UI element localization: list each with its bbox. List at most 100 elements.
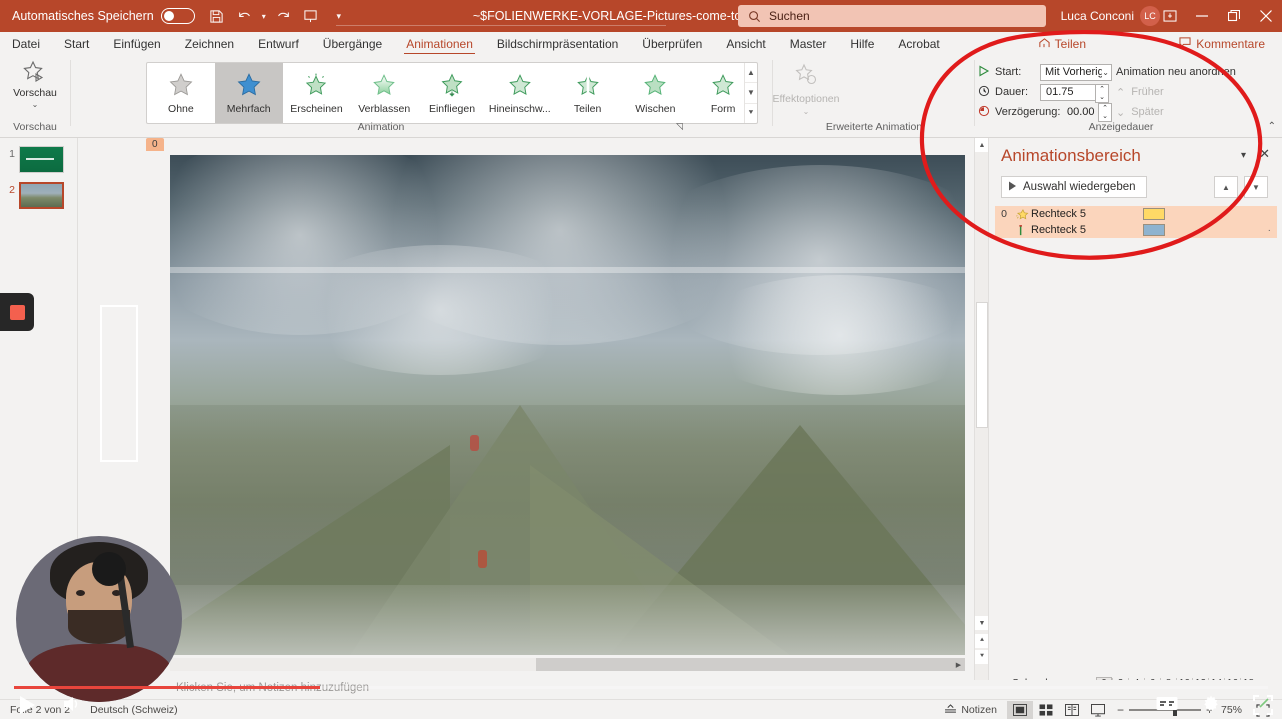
- zoom-level[interactable]: 75%: [1219, 704, 1250, 716]
- animation-teilen[interactable]: Teilen: [554, 63, 622, 123]
- delay-input[interactable]: 00.00 ⌃ ⌄: [1062, 102, 1112, 122]
- undo-dropdown-icon[interactable]: ▾: [259, 2, 269, 30]
- notes-toggle-button[interactable]: Notizen: [934, 703, 1007, 717]
- scroll-down-icon[interactable]: ▼: [975, 616, 989, 630]
- animation-pane-close-icon[interactable]: ✕: [1259, 146, 1270, 162]
- duration-step-up-icon[interactable]: ⌃: [1096, 85, 1108, 94]
- video-progress-fill[interactable]: [14, 686, 320, 689]
- save-icon[interactable]: [203, 2, 231, 30]
- move-animation-up-button[interactable]: ▲: [1214, 176, 1238, 198]
- collapse-ribbon-button[interactable]: ⌃: [1268, 121, 1276, 132]
- preview-button[interactable]: Vorschau ⌄: [6, 60, 64, 109]
- slide-canvas-area[interactable]: 0 ▶: [78, 138, 976, 680]
- video-captions-button[interactable]: [1156, 696, 1178, 717]
- tab-entwurf[interactable]: Entwurf: [246, 32, 311, 56]
- gallery-scroll-up-icon[interactable]: ▲: [745, 63, 757, 84]
- slideshow-icon[interactable]: [1085, 701, 1111, 719]
- maximize-restore-button[interactable]: [1218, 0, 1250, 32]
- search-input[interactable]: Suchen: [738, 5, 1046, 27]
- slide-horizontal-scrollbar[interactable]: ▶: [170, 658, 965, 671]
- slide-sorter-icon[interactable]: [1033, 701, 1059, 719]
- scroll-right-icon[interactable]: ▶: [952, 658, 965, 671]
- animation-einfliegen[interactable]: Einfliegen: [418, 63, 486, 123]
- animation-hineinschweben[interactable]: Hineinschw...: [486, 63, 554, 123]
- thumbnail-image[interactable]: [19, 146, 64, 173]
- thumbnail-slide-2[interactable]: 2: [4, 182, 64, 209]
- animation-dialog-launcher[interactable]: ◹: [676, 121, 683, 132]
- autosave-toggle[interactable]: [160, 8, 195, 24]
- user-name[interactable]: Luca Conconi: [1061, 9, 1134, 23]
- animation-verblassen[interactable]: Verblassen: [350, 63, 418, 123]
- video-volume-button[interactable]: [62, 695, 82, 713]
- delay-stepper[interactable]: ⌃ ⌄: [1098, 102, 1112, 122]
- tab-zeichnen[interactable]: Zeichnen: [173, 32, 246, 56]
- scroll-up-icon[interactable]: ▲: [975, 138, 989, 152]
- animation-timing-bar[interactable]: [1143, 224, 1165, 236]
- stop-recording-button[interactable]: [0, 293, 34, 331]
- ribbon-display-options-icon[interactable]: [1154, 0, 1186, 32]
- video-play-button[interactable]: [16, 694, 38, 716]
- tab-hilfe[interactable]: Hilfe: [838, 32, 886, 56]
- animation-erscheinen[interactable]: Erscheinen: [283, 63, 351, 123]
- video-settings-button[interactable]: [1202, 695, 1220, 718]
- previous-slide-icon[interactable]: ⯅: [975, 634, 989, 648]
- status-bar: Folie 2 von 2 Deutsch (Schweiz) Notizen: [0, 699, 1282, 719]
- animation-timing-bar[interactable]: [1143, 208, 1165, 220]
- tab-animationen[interactable]: Animationen: [394, 32, 485, 56]
- animation-list-item[interactable]: 0 Rechteck 5: [995, 206, 1277, 222]
- gallery-scroll-down-icon[interactable]: ▼: [745, 83, 757, 104]
- play-selection-button[interactable]: Auswahl wiedergeben: [1001, 176, 1147, 198]
- minimize-button[interactable]: [1186, 0, 1218, 32]
- tab-ueberpruefen[interactable]: Überprüfen: [630, 32, 714, 56]
- slide-placeholder-box[interactable]: [100, 305, 138, 462]
- group-label-erweiterte-animation: Erweiterte Animation: [825, 121, 923, 133]
- video-fullscreen-button[interactable]: [1252, 694, 1274, 719]
- animation-form-label: Form: [710, 102, 736, 115]
- animation-mehrfach[interactable]: Mehrfach: [214, 63, 283, 123]
- notes-pane[interactable]: Klicken Sie, um Notizen hinzuzufügen: [0, 680, 1282, 699]
- scrollbar-thumb[interactable]: [170, 658, 536, 671]
- thumbnail-slide-1[interactable]: 1: [4, 146, 64, 173]
- ribbon-tabs: Datei Start Einfügen Zeichnen Entwurf Üb…: [0, 32, 1282, 56]
- share-button[interactable]: Teilen: [1029, 34, 1095, 54]
- comments-button[interactable]: Kommentare: [1170, 34, 1274, 54]
- next-slide-icon[interactable]: ⯆: [975, 650, 989, 664]
- tab-bildschirmpraesentation[interactable]: Bildschirmpräsentation: [485, 32, 630, 56]
- present-icon[interactable]: [297, 2, 325, 30]
- animation-list-item[interactable]: Rechteck 5 ·: [995, 222, 1277, 238]
- language-indicator[interactable]: Deutsch (Schweiz): [80, 704, 188, 716]
- duration-stepper[interactable]: ⌃ ⌄: [1095, 83, 1109, 103]
- thumbnail-image[interactable]: [19, 182, 64, 209]
- animation-pane-options-icon[interactable]: ▾: [1241, 150, 1246, 161]
- tab-start[interactable]: Start: [52, 32, 101, 56]
- normal-view-icon[interactable]: [1006, 701, 1033, 719]
- tab-einfuegen[interactable]: Einfügen: [101, 32, 172, 56]
- gallery-more-icon[interactable]: ⯆: [745, 104, 757, 123]
- delay-step-up-icon[interactable]: ⌃: [1099, 104, 1111, 113]
- reading-view-icon[interactable]: [1059, 701, 1085, 719]
- undo-icon[interactable]: [231, 2, 259, 30]
- move-animation-down-button[interactable]: ▼: [1244, 176, 1268, 198]
- gallery-scrollbar[interactable]: ▲ ▼ ⯆: [744, 63, 757, 123]
- slide-surface[interactable]: [170, 155, 965, 655]
- delay-step-down-icon[interactable]: ⌄: [1099, 112, 1111, 121]
- duration-input[interactable]: 01.75 ⌃ ⌄: [1040, 83, 1109, 103]
- close-button[interactable]: [1250, 0, 1282, 32]
- animation-order-marker[interactable]: 0: [146, 138, 164, 151]
- animation-wischen[interactable]: Wischen: [621, 63, 689, 123]
- tab-ansicht[interactable]: Ansicht: [714, 32, 777, 56]
- animation-row-menu-icon[interactable]: ·: [1268, 225, 1271, 236]
- duration-step-down-icon[interactable]: ⌄: [1096, 93, 1108, 102]
- tab-uebergaenge[interactable]: Übergänge: [311, 32, 394, 56]
- preview-dropdown-icon[interactable]: ⌄: [32, 100, 39, 109]
- scrollbar-thumb[interactable]: [976, 302, 988, 428]
- redo-icon[interactable]: [269, 2, 297, 30]
- group-separator: [974, 60, 975, 126]
- tab-acrobat[interactable]: Acrobat: [886, 32, 951, 56]
- canvas-vertical-scrollbar[interactable]: ▲ ▼ ⯅ ⯆: [974, 138, 989, 680]
- tab-master[interactable]: Master: [778, 32, 839, 56]
- animation-ohne[interactable]: Ohne: [147, 63, 215, 123]
- zoom-out-button[interactable]: −: [1117, 703, 1124, 717]
- tab-datei[interactable]: Datei: [0, 32, 52, 56]
- start-dropdown[interactable]: Mit Vorherig... ⌄: [1040, 63, 1112, 81]
